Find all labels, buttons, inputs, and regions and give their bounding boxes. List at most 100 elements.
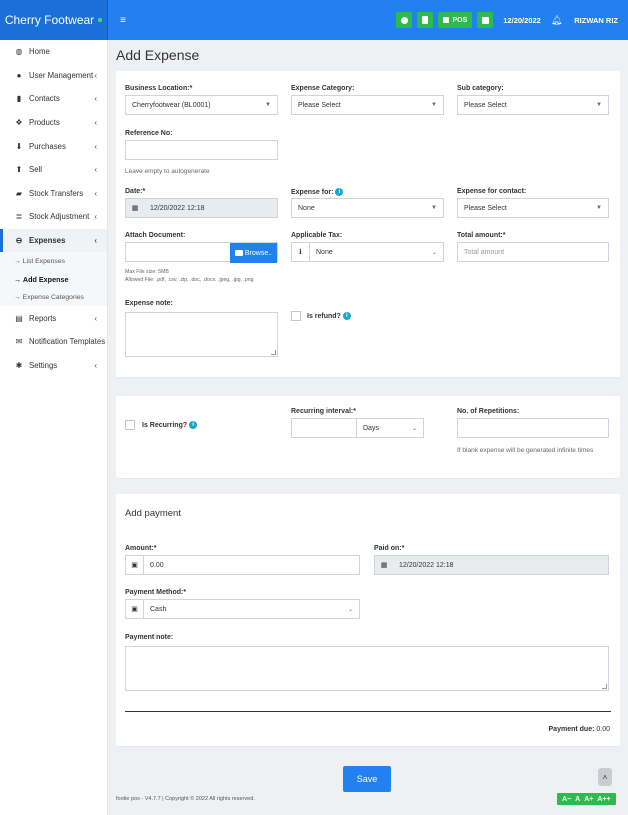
top-navbar: ≡ POS 12/20/2022 🔔︎ RIZWAN RIZ	[108, 0, 628, 40]
sidebar-item-sell[interactable]: ⬆︎ Sell ‹	[0, 158, 107, 182]
sidebar-item-expenses[interactable]: ⊖ Expenses ‹	[0, 228, 107, 253]
info-letter-icon: ℹ	[292, 243, 310, 261]
pos-label: POS	[452, 16, 468, 24]
sidebar-item-settings[interactable]: ✱ Settings ‹	[0, 354, 107, 378]
sub-category-select[interactable]: Please Select ▼	[457, 95, 609, 115]
plus-circle-icon	[400, 16, 408, 24]
calculator-icon	[422, 16, 429, 24]
info-icon[interactable]: i	[342, 312, 351, 320]
top-right-actions: POS 12/20/2022 🔔︎ RIZWAN RIZ	[391, 12, 618, 28]
expense-for-value: None	[298, 204, 315, 212]
chevron-left-icon: ‹	[94, 212, 97, 222]
date-input[interactable]: ▦ 12/20/2022 12:18	[125, 198, 278, 218]
expense-note-textarea[interactable]	[125, 312, 278, 357]
chevron-left-icon: ‹	[94, 118, 97, 128]
is-recurring-label-text: Is Recurring?	[142, 421, 188, 429]
scroll-top-button[interactable]: ˄	[598, 768, 612, 786]
reference-no-input[interactable]	[125, 140, 278, 160]
is-refund-label-text: Is refund?	[307, 312, 341, 320]
hamburger-menu-icon[interactable]: ≡	[116, 15, 130, 26]
caret-down-icon: ▼	[431, 205, 437, 211]
applicable-tax-select[interactable]: ℹ None ⌄	[291, 242, 444, 262]
sidebar-item-notification-templates[interactable]: ✉︎ Notification Templates	[0, 330, 107, 354]
expense-category-field: Expense Category: Please Select ▼	[291, 85, 444, 115]
sidebar-item-label: Stock Adjustment	[29, 212, 90, 222]
expense-category-select[interactable]: Please Select ▼	[291, 95, 444, 115]
sidebar-item-label: Home	[29, 47, 50, 57]
reference-no-help: Leave empty to autogenerate	[125, 168, 210, 175]
repetitions-field: No. of Repetitions:	[457, 408, 609, 438]
pos-button[interactable]: POS	[438, 12, 473, 28]
business-location-select[interactable]: Cherryfootwear (BL0001) ▼	[125, 95, 278, 115]
money-button[interactable]	[477, 12, 494, 28]
sidebar-item-stock-transfers[interactable]: ▰ Stock Transfers ‹	[0, 182, 107, 206]
payment-note-textarea[interactable]	[125, 646, 609, 691]
info-icon[interactable]: i	[335, 188, 344, 196]
folder-open-icon	[234, 250, 243, 256]
user-menu[interactable]: RIZWAN RIZ	[574, 16, 618, 25]
recurring-interval-unit-select[interactable]: Days ⌄	[357, 418, 424, 438]
payment-method-select[interactable]: ▣ Cash ⌄	[125, 599, 360, 619]
sidebar-item-stock-adjustment[interactable]: ≣ Stock Adjustment ‹	[0, 205, 107, 229]
amount-label: Amount:*	[125, 545, 157, 552]
expense-for-select[interactable]: None ▼	[291, 198, 444, 218]
paid-on-input[interactable]: ▦ 12/20/2022 12:18	[374, 555, 609, 575]
recurring-interval-unit-value: Days	[363, 424, 379, 432]
sidebar-item-label: User Management	[29, 70, 94, 80]
sidebar-item-products[interactable]: ❖ Products ‹	[0, 111, 107, 135]
repetitions-input[interactable]	[457, 418, 609, 438]
sidebar-item-home[interactable]: ◍ Home	[0, 40, 107, 64]
sidebar-subitem-expense-categories[interactable]: → Expense Categories	[0, 288, 107, 307]
amount-field: Amount:* ▣ 0.00	[125, 545, 360, 575]
date-field: Date:* ▦ 12/20/2022 12:18	[125, 188, 278, 218]
envelope-icon: ✉︎	[15, 337, 23, 347]
sidebar-item-purchases[interactable]: ⬇︎ Purchases ‹	[0, 134, 107, 158]
font-size-controls: A− A A+ A++	[557, 793, 616, 805]
attach-document-input[interactable]: Browse..	[125, 242, 278, 263]
applicable-tax-value: None	[316, 248, 333, 256]
cog-icon: ✱	[15, 360, 23, 370]
caret-down-icon: ▼	[431, 102, 437, 108]
applicable-tax-field: Applicable Tax: ℹ None ⌄	[291, 232, 444, 262]
browse-button[interactable]: Browse..	[230, 243, 277, 263]
is-refund-label: Is refund? i	[307, 312, 351, 320]
caret-down-icon: ▼	[596, 102, 602, 108]
chevron-down-icon: ⌄	[411, 425, 417, 432]
reference-no-label: Reference No:	[125, 130, 173, 137]
font-increase-button[interactable]: A+	[584, 796, 593, 803]
sidebar-item-contacts[interactable]: ▮ Contacts ‹	[0, 87, 107, 111]
chevron-left-icon: ‹	[94, 141, 97, 151]
calculator-button[interactable]	[417, 12, 434, 28]
sidebar-subitem-add-expense[interactable]: → Add Expense	[0, 270, 107, 289]
recurring-interval-label: Recurring interval:*	[291, 408, 356, 415]
font-reset-button[interactable]: A	[575, 796, 580, 803]
total-amount-input[interactable]: Total amount	[457, 242, 609, 262]
payment-card-title: Add payment	[125, 508, 181, 519]
recurring-interval-field: Recurring interval:* Days ⌄	[291, 408, 424, 438]
sidebar-item-reports[interactable]: ▤ Reports ‹	[0, 306, 107, 330]
amount-value: 0.00	[150, 561, 164, 569]
online-status-dot	[98, 18, 103, 22]
sub-category-field: Sub category: Please Select ▼	[457, 85, 609, 115]
sidebar-subitem-list-expenses[interactable]: → List Expenses	[0, 252, 107, 271]
expense-for-contact-select[interactable]: Please Select ▼	[457, 198, 609, 218]
amount-input[interactable]: ▣ 0.00	[125, 555, 360, 575]
bell-icon[interactable]: 🔔︎	[551, 15, 562, 26]
expense-for-field: Expense for: i None ▼	[291, 188, 444, 218]
brand-logo[interactable]: Cherry Footwear	[0, 0, 108, 40]
payment-divider	[125, 711, 611, 712]
add-quick-button[interactable]	[396, 12, 413, 28]
font-decrease-button[interactable]: A−	[562, 796, 571, 803]
business-location-value: Cherryfootwear (BL0001)	[132, 101, 211, 109]
users-icon: ●	[16, 70, 22, 80]
is-refund-checkbox[interactable]	[291, 311, 301, 321]
info-icon[interactable]: i	[189, 421, 198, 429]
money-bill-icon: ▣	[126, 556, 144, 574]
is-recurring-checkbox[interactable]	[125, 420, 135, 430]
payment-due-label: Payment due:	[548, 726, 595, 733]
font-increase-more-button[interactable]: A++	[597, 796, 610, 803]
sidebar-item-user-management[interactable]: ● User Management ‹	[0, 64, 107, 88]
save-button[interactable]: Save	[343, 766, 391, 792]
recurring-interval-input[interactable]	[291, 418, 357, 438]
caret-down-icon: ▼	[596, 205, 602, 211]
